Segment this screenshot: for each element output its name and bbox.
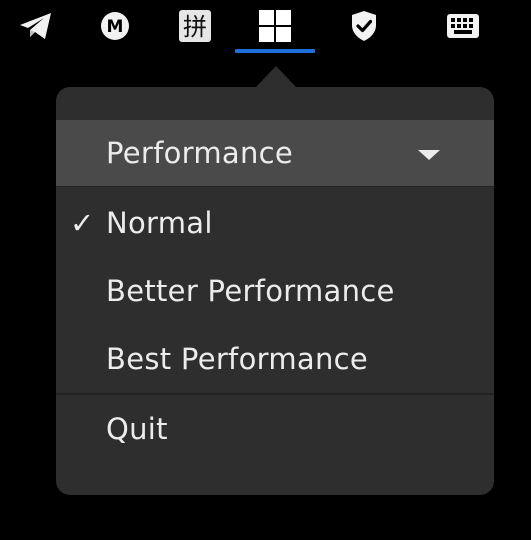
shield-check-icon bbox=[352, 11, 376, 41]
menu-item-quit[interactable]: Quit bbox=[56, 399, 494, 459]
dropdown-header-label: Performance bbox=[106, 136, 294, 170]
caret-down-icon bbox=[418, 150, 440, 160]
keyboard-tray-button[interactable] bbox=[441, 6, 485, 46]
svg-text:拼: 拼 bbox=[183, 13, 207, 41]
pinyin-input-tray-button[interactable]: 拼 bbox=[173, 6, 217, 46]
performance-popup-menu: Performance ✓ Normal Better Performance … bbox=[56, 87, 494, 495]
menu-item-label: Quit bbox=[106, 412, 168, 446]
system-tray: M 拼 bbox=[0, 0, 531, 56]
telegram-icon bbox=[20, 13, 51, 39]
mega-icon: M bbox=[101, 12, 129, 40]
menu-item-label: Normal bbox=[106, 206, 213, 240]
menu-item-better-performance[interactable]: Better Performance bbox=[56, 261, 494, 321]
telegram-tray-button[interactable] bbox=[14, 6, 58, 46]
performance-dropdown-header[interactable]: Performance bbox=[56, 120, 494, 187]
keyboard-icon bbox=[447, 14, 479, 38]
windows-tray-button[interactable] bbox=[235, 6, 315, 46]
checkmark-icon: ✓ bbox=[70, 206, 95, 240]
menu-item-normal[interactable]: ✓ Normal bbox=[56, 193, 494, 253]
pinyin-input-icon: 拼 bbox=[179, 10, 211, 42]
popup-pointer bbox=[255, 66, 297, 88]
menu-separator bbox=[56, 393, 494, 395]
windows-icon bbox=[259, 10, 291, 42]
svg-text:M: M bbox=[107, 17, 124, 37]
menu-item-label: Better Performance bbox=[106, 274, 395, 308]
menu-item-label: Best Performance bbox=[106, 342, 369, 376]
screen: M 拼 Performance ✓ Normal Better Performa… bbox=[0, 0, 531, 540]
mega-tray-button[interactable]: M bbox=[93, 6, 137, 46]
menu-item-best-performance[interactable]: Best Performance bbox=[56, 329, 494, 389]
shield-tray-button[interactable] bbox=[342, 6, 386, 46]
active-tab-indicator bbox=[235, 49, 315, 53]
